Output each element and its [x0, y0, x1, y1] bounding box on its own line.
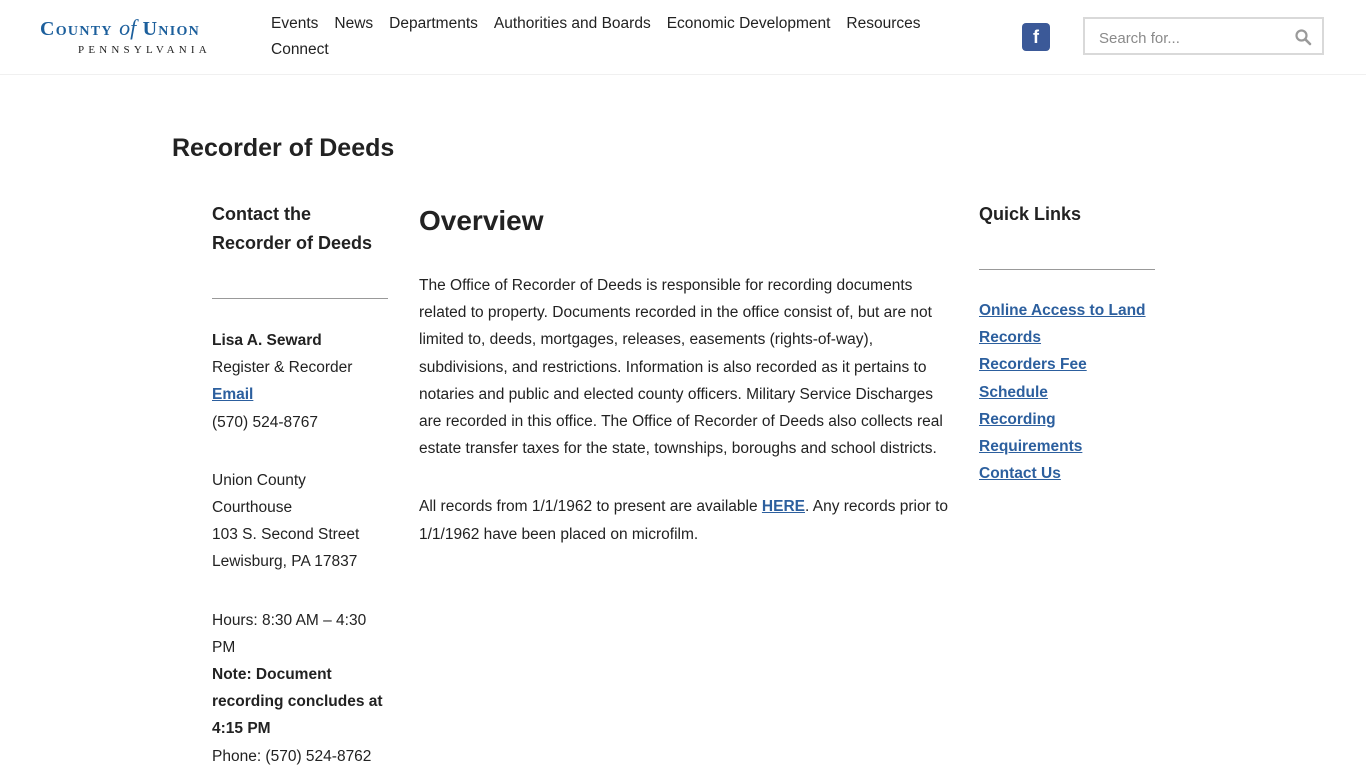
- contact-name: Lisa A. Seward: [212, 332, 322, 349]
- office-phone: Phone: (570) 524-8762: [212, 747, 372, 765]
- records-text-before: All records from 1/1/1962 to present are…: [419, 498, 762, 516]
- list-item: Recorders Fee Schedule: [979, 351, 1155, 405]
- search-icon[interactable]: [1294, 28, 1312, 46]
- overview-heading: Overview: [419, 205, 544, 236]
- quick-links-divider: [979, 269, 1155, 270]
- contact-person: Lisa A. Seward Register & Recorder Email…: [212, 327, 388, 436]
- quick-link-fee-schedule[interactable]: Recorders Fee Schedule: [979, 356, 1087, 400]
- list-item: Recording Requirements: [979, 406, 1155, 460]
- facebook-icon[interactable]: f: [1022, 23, 1050, 51]
- recording-note: Note: Document recording concludes at 4:…: [212, 666, 383, 738]
- office-hours: Hours: 8:30 AM – 4:30 PM: [212, 611, 367, 656]
- contact-direct-phone: (570) 524-8767: [212, 413, 318, 431]
- nav-departments[interactable]: Departments: [389, 11, 478, 37]
- contact-email-link[interactable]: Email: [212, 386, 253, 403]
- nav-economic-development[interactable]: Economic Development: [667, 11, 831, 37]
- contact-heading: Contact the Recorder of Deeds: [212, 204, 373, 253]
- contact-hours-block: Hours: 8:30 AM – 4:30 PM Note: Document …: [212, 607, 388, 770]
- quick-links-list: Online Access to Land Records Recorders …: [979, 297, 1155, 487]
- site-header: County of Union PENNSYLVANIA Events News D…: [0, 0, 1366, 75]
- logo-state: PENNSYLVANIA: [78, 44, 211, 56]
- nav-authorities-and-boards[interactable]: Authorities and Boards: [494, 11, 651, 37]
- quick-links-sidebar: Quick Links Online Access to Land Record…: [979, 200, 1155, 487]
- nav-events[interactable]: Events: [271, 11, 318, 37]
- quick-links-heading: Quick Links: [979, 204, 1082, 224]
- overview-paragraph: The Office of Recorder of Deeds is respo…: [419, 277, 943, 458]
- overview-section: Overview The Office of Recorder of Deeds…: [419, 200, 954, 548]
- logo-title: County of Union: [40, 14, 245, 43]
- contact-divider: [212, 298, 388, 299]
- list-item: Contact Us: [979, 460, 1155, 487]
- quick-link-recording-requirements[interactable]: Recording Requirements: [979, 411, 1082, 455]
- quick-link-online-access[interactable]: Online Access to Land Records: [979, 302, 1146, 346]
- page-title: Recorder of Deeds: [172, 134, 395, 162]
- address-line-1: Union County Courthouse: [212, 471, 306, 517]
- address-line-3: Lewisburg, PA 17837: [212, 553, 358, 571]
- list-item: Online Access to Land Records: [979, 297, 1155, 351]
- contact-role: Register & Recorder: [212, 359, 353, 377]
- contact-sidebar: Contact the Recorder of Deeds Lisa A. Se…: [212, 200, 388, 770]
- logo-union: Union: [142, 18, 201, 40]
- nav-connect[interactable]: Connect: [271, 37, 329, 63]
- contact-address: Union County Courthouse 103 S. Second St…: [212, 467, 388, 576]
- records-here-link[interactable]: HERE: [762, 498, 805, 515]
- nav-resources[interactable]: Resources: [846, 11, 920, 37]
- logo-of: of: [119, 15, 137, 40]
- search-box: [1083, 17, 1324, 55]
- contact-details: Lisa A. Seward Register & Recorder Email…: [212, 327, 388, 770]
- records-paragraph: All records from 1/1/1962 to present are…: [419, 493, 954, 547]
- county-logo[interactable]: County of Union PENNSYLVANIA: [40, 14, 245, 60]
- logo-county: County: [40, 18, 113, 40]
- search-input[interactable]: [1097, 26, 1281, 50]
- quick-link-contact-us[interactable]: Contact Us: [979, 465, 1061, 482]
- main-nav: Events News Departments Authorities and Boa…: [271, 11, 991, 63]
- nav-news[interactable]: News: [334, 11, 373, 37]
- address-line-2: 103 S. Second Street: [212, 526, 360, 544]
